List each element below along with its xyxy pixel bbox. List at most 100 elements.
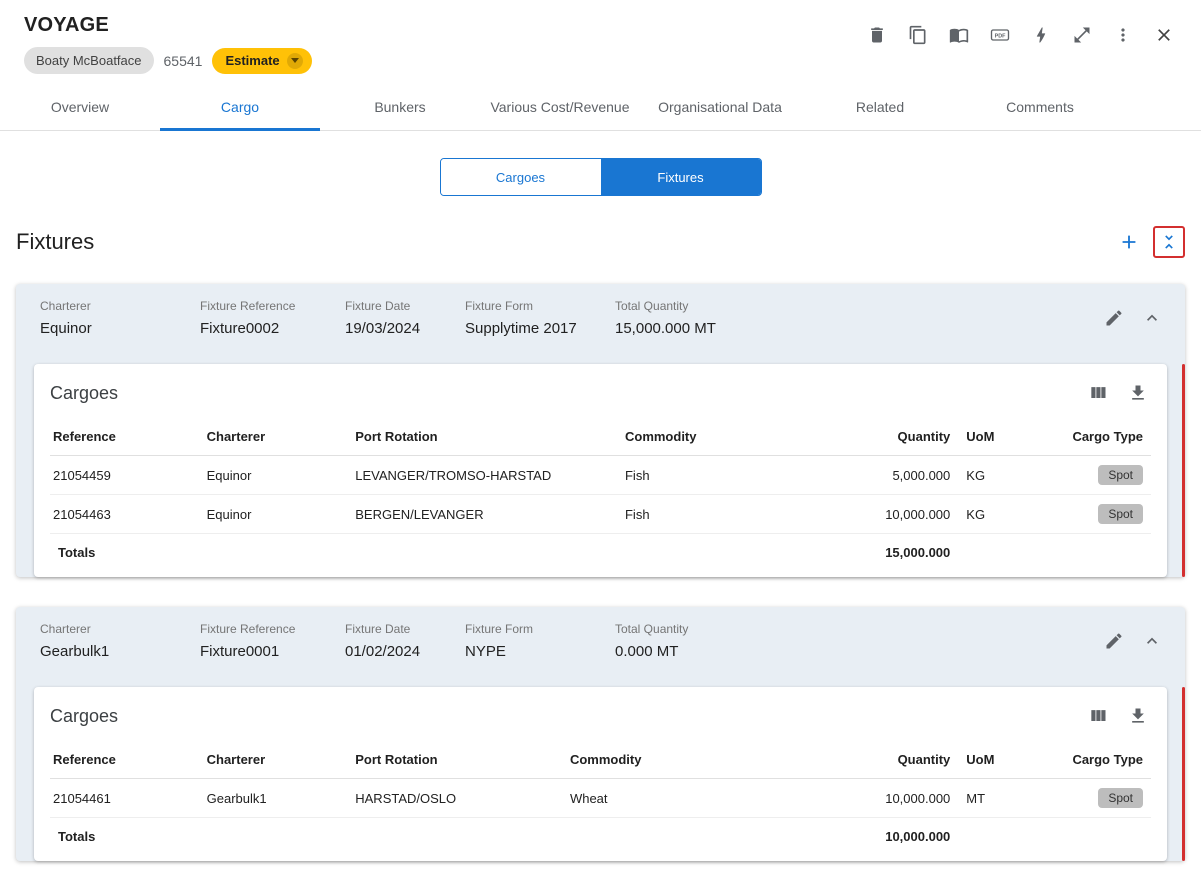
download-button[interactable] <box>1125 380 1151 406</box>
cargoes-title: Cargoes <box>50 382 119 403</box>
fixture-form-value: Supplytime 2017 <box>465 320 577 337</box>
expand-button[interactable] <box>1069 22 1095 48</box>
window-header: VOYAGE Boaty McBoatface 65541 Estimate P… <box>0 0 1201 74</box>
chevron-up-icon <box>1147 314 1157 321</box>
close-button[interactable] <box>1151 22 1177 48</box>
columns-button[interactable] <box>1085 380 1111 406</box>
table-header-row: Reference Charterer Port Rotation Commod… <box>50 741 1151 779</box>
more-options-icon <box>1121 28 1125 42</box>
cell-uom: KG <box>958 455 1047 495</box>
col-charterer: Charterer <box>198 741 348 779</box>
toggle-cargoes[interactable]: Cargoes <box>440 159 601 195</box>
close-icon <box>1158 29 1170 41</box>
col-cargo-type: Cargo Type <box>1046 418 1151 456</box>
cell-commodity: Fish <box>616 455 838 495</box>
edit-fixture-button[interactable] <box>1101 628 1127 654</box>
cargoes-fixtures-toggle: Cargoes Fixtures <box>439 158 762 196</box>
col-reference: Reference <box>50 741 199 779</box>
cargo-type-badge: Spot <box>1098 788 1143 808</box>
tab-related[interactable]: Related <box>800 86 960 130</box>
cargo-type-badge: Spot <box>1098 504 1143 524</box>
collapse-fixture-button[interactable] <box>1139 305 1165 331</box>
totals-quantity: 10,000.000 <box>885 829 951 844</box>
fixture-form-field: Fixture Form NYPE <box>465 622 615 660</box>
fixture-actions <box>1101 628 1165 654</box>
table-row[interactable]: 21054461 Gearbulk1 HARSTAD/OSLO Wheat 10… <box>50 778 1151 818</box>
total-quantity-field: Total Quantity 15,000.000 MT <box>615 299 1101 337</box>
tab-bunkers[interactable]: Bunkers <box>320 86 480 130</box>
cell-port-rotation: BERGEN/LEVANGER <box>347 494 617 534</box>
tab-organisational-data[interactable]: Organisational Data <box>640 86 800 130</box>
cell-charterer: Equinor <box>198 494 348 534</box>
add-fixture-button[interactable] <box>1113 226 1145 258</box>
estimate-button[interactable]: Estimate <box>212 47 312 74</box>
collapse-fixture-button[interactable] <box>1139 628 1165 654</box>
totals-label: Totals <box>58 545 96 560</box>
col-uom: UoM <box>958 741 1047 779</box>
unfold-less-icon <box>1165 235 1173 249</box>
fixture-date-value: 01/02/2024 <box>345 643 421 660</box>
cell-port-rotation: LEVANGER/TROMSO-HARSTAD <box>347 455 617 495</box>
pencil-icon <box>1106 633 1122 649</box>
col-reference: Reference <box>50 418 199 456</box>
totals-row: Totals 15,000.000 <box>50 534 1151 572</box>
pdf-button[interactable]: PDF <box>987 22 1013 48</box>
columns-button[interactable] <box>1085 703 1111 729</box>
columns-icon <box>1091 710 1106 721</box>
col-port-rotation: Port Rotation <box>347 418 617 456</box>
tab-various-cost-revenue[interactable]: Various Cost/Revenue <box>480 86 640 130</box>
fixture-reference-label: Fixture Reference <box>200 622 296 636</box>
vessel-chip[interactable]: Boaty McBoatface <box>24 47 154 74</box>
expand-icon <box>1074 27 1090 43</box>
menu-book-button[interactable] <box>946 22 972 48</box>
menu-book-icon <box>949 28 969 43</box>
totals-label: Totals <box>58 829 96 844</box>
copy-button[interactable] <box>905 22 931 48</box>
cargoes-card-actions <box>1085 703 1151 729</box>
cargoes-table: Reference Charterer Port Rotation Commod… <box>50 741 1151 855</box>
edit-fixture-button[interactable] <box>1101 305 1127 331</box>
table-header-row: Reference Charterer Port Rotation Commod… <box>50 418 1151 456</box>
total-quantity-field: Total Quantity 0.000 MT <box>615 622 1101 660</box>
cargoes-card-head: Cargoes <box>34 687 1167 741</box>
fixture-reference-field: Fixture Reference Fixture0001 <box>200 622 345 660</box>
voyage-number: 65541 <box>163 52 203 69</box>
col-quantity: Quantity <box>837 418 959 456</box>
fixture-reference-field: Fixture Reference Fixture0002 <box>200 299 345 337</box>
cell-uom: MT <box>958 778 1047 818</box>
estimate-label: Estimate <box>225 53 280 68</box>
cargo-type-badge: Spot <box>1098 465 1143 485</box>
fixture-header: Charterer Equinor Fixture Reference Fixt… <box>16 284 1185 364</box>
cargoes-card: Cargoes Reference Charterer Port Rotatio… <box>34 364 1167 577</box>
col-port-rotation: Port Rotation <box>347 741 562 779</box>
col-uom: UoM <box>958 418 1047 456</box>
download-button[interactable] <box>1125 703 1151 729</box>
cargoes-card: Cargoes Reference Charterer Port Rotatio… <box>34 687 1167 861</box>
fixture-form-label: Fixture Form <box>465 299 534 313</box>
table-row[interactable]: 21054459 Equinor LEVANGER/TROMSO-HARSTAD… <box>50 455 1151 495</box>
tab-cargo[interactable]: Cargo <box>160 86 320 131</box>
more-options-button[interactable] <box>1110 22 1136 48</box>
header-toolbar: PDF <box>864 22 1177 48</box>
toggle-fixtures[interactable]: Fixtures <box>600 159 761 195</box>
cell-reference: 21054463 <box>50 494 199 534</box>
lightning-button[interactable] <box>1028 22 1054 48</box>
cargoes-table: Reference Charterer Port Rotation Commod… <box>50 418 1151 571</box>
cell-charterer: Gearbulk1 <box>198 778 348 818</box>
table-row[interactable]: 21054463 Equinor BERGEN/LEVANGER Fish 10… <box>50 494 1151 534</box>
charterer-value: Gearbulk1 <box>40 643 110 660</box>
charterer-field: Charterer Equinor <box>40 299 200 337</box>
fixtures-section-title: Fixtures <box>16 229 95 254</box>
tab-overview[interactable]: Overview <box>0 86 160 130</box>
tab-comments[interactable]: Comments <box>960 86 1120 130</box>
cargoes-title: Cargoes <box>50 705 119 726</box>
cell-cargo-type: Spot <box>1046 455 1151 495</box>
collapse-all-button[interactable] <box>1153 226 1185 258</box>
page-title: VOYAGE <box>24 14 109 36</box>
view-toggle-row: Cargoes Fixtures <box>0 158 1201 196</box>
delete-button[interactable] <box>864 22 890 48</box>
delete-icon <box>871 27 883 43</box>
fixture-date-label: Fixture Date <box>345 622 411 636</box>
cell-quantity: 10,000.000 <box>837 494 959 534</box>
cargoes-card-head: Cargoes <box>34 364 1167 418</box>
